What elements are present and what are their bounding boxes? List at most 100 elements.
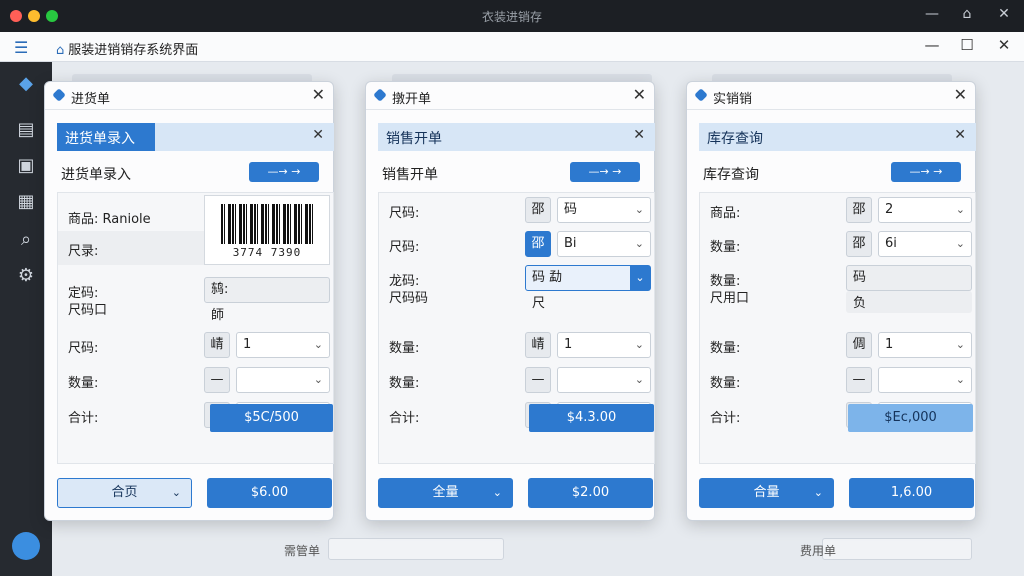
purchase-dialog: 进货单 ✕ ✕ 进货单录入 进货单录入 —→ → 商品: Raniole 尺录:…	[44, 81, 334, 521]
row-label: 尺码:	[389, 206, 420, 221]
dialog-close-icon[interactable]: ✕	[954, 85, 967, 104]
quantity-select[interactable]: 1 ⌄	[557, 332, 651, 358]
code2-select[interactable]: 尺	[525, 291, 651, 313]
tab-close-icon[interactable]: ✕	[633, 127, 645, 143]
section-title: 进货单录入	[61, 167, 131, 183]
tab-band[interactable]: 库存查询 ✕	[699, 123, 976, 151]
tab-active[interactable]: 进货单录入	[57, 123, 155, 151]
action-button[interactable]: —→ →	[891, 162, 961, 182]
product-select[interactable]: 2 ⌄	[878, 197, 972, 223]
product-label: 商品: Raniole	[68, 212, 151, 227]
inventory-dialog: 实销销 ✕ 库存查询 ✕ 库存查询 —→ → 商品: 邵 2 ⌄ 数量: 邵 6i…	[686, 81, 976, 521]
app-title-text: 服装进销销存系统界面	[68, 43, 199, 58]
os-title-bar: 衣装进销存 — ⌂ ✕	[0, 0, 1024, 32]
chevron-down-icon: ⌄	[634, 373, 644, 386]
dialog-icon	[52, 88, 66, 102]
minus-button[interactable]: —	[204, 367, 230, 393]
size-select[interactable]: 码 ⌄	[557, 197, 651, 223]
amount-button[interactable]: $2.00	[528, 478, 653, 508]
row-addon: 邵	[525, 197, 551, 223]
close-icon[interactable]: ✕	[994, 6, 1014, 22]
app-maximize-icon[interactable]: ☐	[957, 36, 977, 54]
form-row: 尺码: 邵 Bi ⌄	[379, 227, 656, 261]
chevron-down-icon: ⌄	[171, 486, 181, 499]
action-button[interactable]: —→ →	[570, 162, 640, 182]
barcode-bars	[221, 204, 315, 244]
quantity-select[interactable]: ⌄	[557, 367, 651, 393]
row-label: 数量:	[389, 376, 420, 391]
dashboard-icon[interactable]: ◆	[14, 72, 38, 96]
row-addon[interactable]: 邵	[525, 231, 551, 257]
dialog-close-icon[interactable]: ✕	[633, 85, 646, 104]
bank-icon[interactable]: ▤	[14, 118, 38, 142]
amount-button[interactable]: 1,6.00	[849, 478, 974, 508]
tab-close-icon[interactable]: ✕	[312, 127, 324, 143]
code-select[interactable]: 码 勐 ⌄	[525, 265, 651, 291]
form-row: 龙码: 尺码码 码 勐 ⌄ 尺	[379, 261, 656, 313]
quantity-select[interactable]: 1 ⌄	[878, 332, 972, 358]
minimize-icon[interactable]: —	[922, 6, 942, 22]
code2-label: 尺用口	[710, 291, 750, 306]
home-icon: ⌂	[56, 43, 65, 58]
dialog-title: 进货单	[71, 92, 111, 107]
chevron-down-icon: ⌄	[955, 203, 965, 216]
code-row: 定码: 尺码口 鸫: 師	[58, 273, 335, 325]
amount-button[interactable]: $6.00	[207, 478, 332, 508]
size-select[interactable]: 1 ⌄	[236, 332, 330, 358]
row-label: 数量:	[68, 376, 99, 391]
chevron-down-icon: ⌄	[955, 373, 965, 386]
app-minimize-icon[interactable]: —	[922, 36, 942, 54]
quantity-dropdown-button[interactable]: 全量 ⌄	[378, 478, 513, 508]
action-button[interactable]: —→ →	[249, 162, 319, 182]
tab-close-icon[interactable]: ✕	[954, 127, 966, 143]
chevron-down-icon: ⌄	[813, 486, 823, 499]
bg-label: 费用单	[800, 544, 837, 558]
bell-icon[interactable]: ⌂	[957, 6, 977, 22]
dialog-title: 撴开单	[392, 92, 432, 107]
minus-button[interactable]: —	[846, 367, 872, 393]
gear-icon[interactable]: ⚙	[14, 264, 38, 288]
search-icon[interactable]: ⌕	[14, 228, 38, 252]
code2-select[interactable]: 師	[204, 303, 330, 325]
dialog-close-icon[interactable]: ✕	[312, 85, 325, 104]
document-icon[interactable]: ▦	[14, 190, 38, 214]
dialog-icon	[694, 88, 708, 102]
chevron-down-icon: ⌄	[492, 486, 502, 499]
chevron-down-icon: ⌄	[634, 338, 644, 351]
quantity-select[interactable]: 6i ⌄	[878, 231, 972, 257]
size-select[interactable]: Bi ⌄	[557, 231, 651, 257]
chevron-down-icon: ⌄	[955, 237, 965, 250]
menu-icon[interactable]: ☰	[14, 38, 28, 57]
row-label: 合计:	[710, 411, 741, 426]
size-row: 尺录:	[58, 231, 204, 265]
chevron-down-icon: ⌄	[634, 237, 644, 250]
code2-select[interactable]: 负	[846, 291, 972, 313]
total-amount: $5C/500	[210, 404, 333, 432]
code-select[interactable]: 码	[846, 265, 972, 291]
row-label: 商品:	[710, 206, 741, 221]
page-dropdown-button[interactable]: 合页 ⌄	[57, 478, 192, 508]
app-header: ☰ ⌂ 服装进销销存系统界面 — ☐ ✕	[0, 32, 1024, 62]
form-row: 数量: 邵 6i ⌄	[700, 227, 977, 261]
app-close-icon[interactable]: ✕	[994, 36, 1014, 54]
minus-button[interactable]: —	[525, 367, 551, 393]
monitor-icon[interactable]: ▣	[14, 154, 38, 178]
tab-label: 销售开单	[386, 131, 442, 147]
code-select[interactable]: 鸫:	[204, 277, 330, 303]
quantity-select[interactable]: ⌄	[878, 367, 972, 393]
section-title: 库存查询	[703, 167, 759, 183]
row-addon: 崝	[525, 332, 551, 358]
tab-band[interactable]: 销售开单 ✕	[378, 123, 655, 151]
row-label: 数量:	[710, 240, 741, 255]
quantity-select[interactable]: ⌄	[236, 367, 330, 393]
quantity-dropdown-button[interactable]: 合量 ⌄	[699, 478, 834, 508]
row-addon: 邵	[846, 231, 872, 257]
sales-dialog: 撴开单 ✕ 销售开单 ✕ 销售开单 —→ → 尺码: 邵 码 ⌄ 尺码: 邵 Bi…	[365, 81, 655, 521]
form-row: 数量: 崝 1 ⌄	[379, 328, 656, 362]
total-amount: $4.3.00	[529, 404, 654, 432]
bg-label: 需管单	[284, 544, 321, 558]
chevron-down-icon: ⌄	[634, 203, 644, 216]
row-label: 数量:	[710, 376, 741, 391]
size-label: 尺录:	[68, 244, 99, 259]
tab-label: 库存查询	[707, 131, 763, 147]
